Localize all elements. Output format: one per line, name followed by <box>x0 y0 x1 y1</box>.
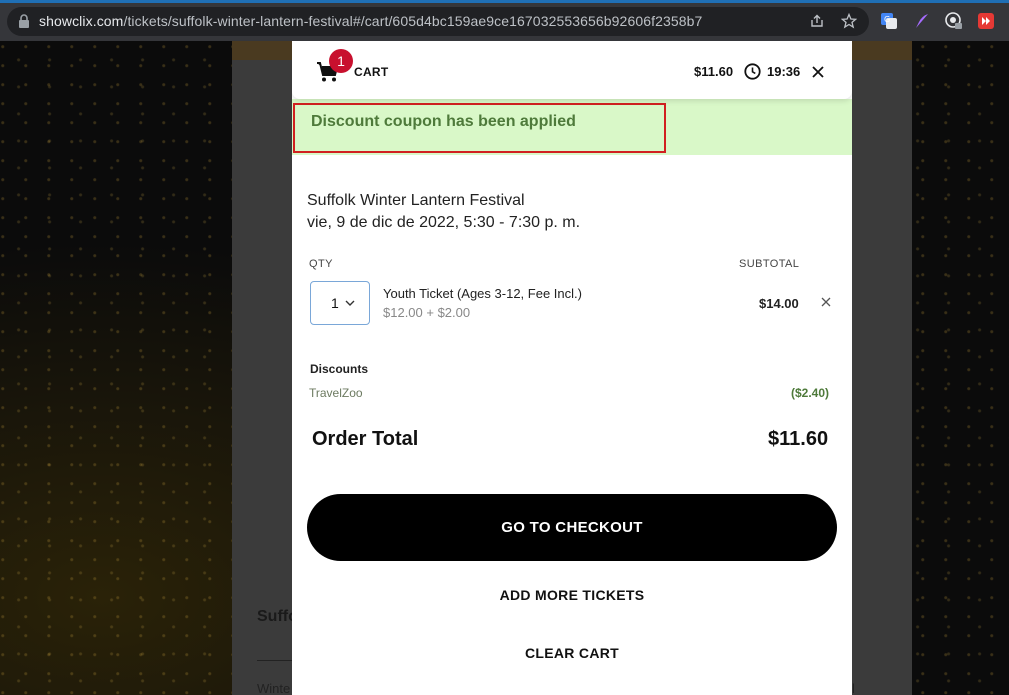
url-path: /tickets/suffolk-winter-lantern-festival… <box>123 13 703 29</box>
background-text-fragment-right: l <box>852 681 855 695</box>
order-total-value: $11.60 <box>768 428 829 450</box>
url-text[interactable]: showclix.com/tickets/suffolk-winter-lant… <box>39 13 702 29</box>
browser-toolbar: showclix.com/tickets/suffolk-winter-lant… <box>0 0 1009 41</box>
address-bar[interactable]: showclix.com/tickets/suffolk-winter-lant… <box>7 7 869 36</box>
qty-column-header: QTY <box>309 258 333 270</box>
cart-header: 1 CART $11.60 19:36 <box>292 41 852 99</box>
close-icon[interactable] <box>812 66 824 78</box>
svg-text:G: G <box>884 15 890 24</box>
add-more-tickets-button[interactable]: ADD MORE TICKETS <box>292 587 852 603</box>
cart-count-badge: 1 <box>329 49 353 73</box>
ticket-subtotal: $14.00 <box>759 296 799 311</box>
url-domain: showclix.com <box>39 13 124 29</box>
clear-cart-button[interactable]: CLEAR CART <box>292 645 852 661</box>
event-name: Suffolk Winter Lantern Festival <box>307 192 525 209</box>
remove-ticket-icon[interactable] <box>821 297 831 307</box>
ticket-price-breakdown: $12.00 + $2.00 <box>383 305 471 320</box>
translate-icon[interactable]: G <box>880 12 898 30</box>
cart-title: CART <box>354 65 389 79</box>
event-date: vie, 9 de dic de 2022, 5:30 - 7:30 p. m. <box>307 214 581 231</box>
quantity-select[interactable]: 1 <box>310 281 370 325</box>
video-speed-icon[interactable] <box>977 12 995 30</box>
ticket-name: Youth Ticket (Ages 3-12, Fee Incl.) <box>383 286 582 301</box>
lock-icon[interactable] <box>18 14 30 28</box>
quantity-value: 1 <box>331 295 339 311</box>
star-icon[interactable] <box>841 13 857 29</box>
discount-amount: ($2.40) <box>791 386 830 400</box>
profile-icon[interactable] <box>945 12 963 30</box>
chevron-down-icon <box>345 300 355 306</box>
clock-icon <box>744 63 761 80</box>
cart-modal: 1 CART $11.60 19:36 Discount coupon has … <box>292 41 852 695</box>
feather-icon[interactable] <box>913 12 931 30</box>
reservation-timer: 19:36 <box>767 64 801 79</box>
coupon-message: Discount coupon has been applied <box>311 113 576 130</box>
coupon-applied-banner: Discount coupon has been applied <box>292 99 852 155</box>
header-cart-total: $11.60 <box>694 64 734 79</box>
background-text-fragment: Winte <box>257 681 291 695</box>
subtotal-column-header: SUBTOTAL <box>739 258 800 270</box>
order-total-label: Order Total <box>312 428 419 450</box>
checkout-button[interactable]: GO TO CHECKOUT <box>307 494 837 561</box>
discount-name: TravelZoo <box>309 386 363 400</box>
background-divider <box>257 660 292 661</box>
discounts-label: Discounts <box>310 362 369 376</box>
share-icon[interactable] <box>809 13 825 29</box>
tab-strip-accent <box>0 0 1009 3</box>
